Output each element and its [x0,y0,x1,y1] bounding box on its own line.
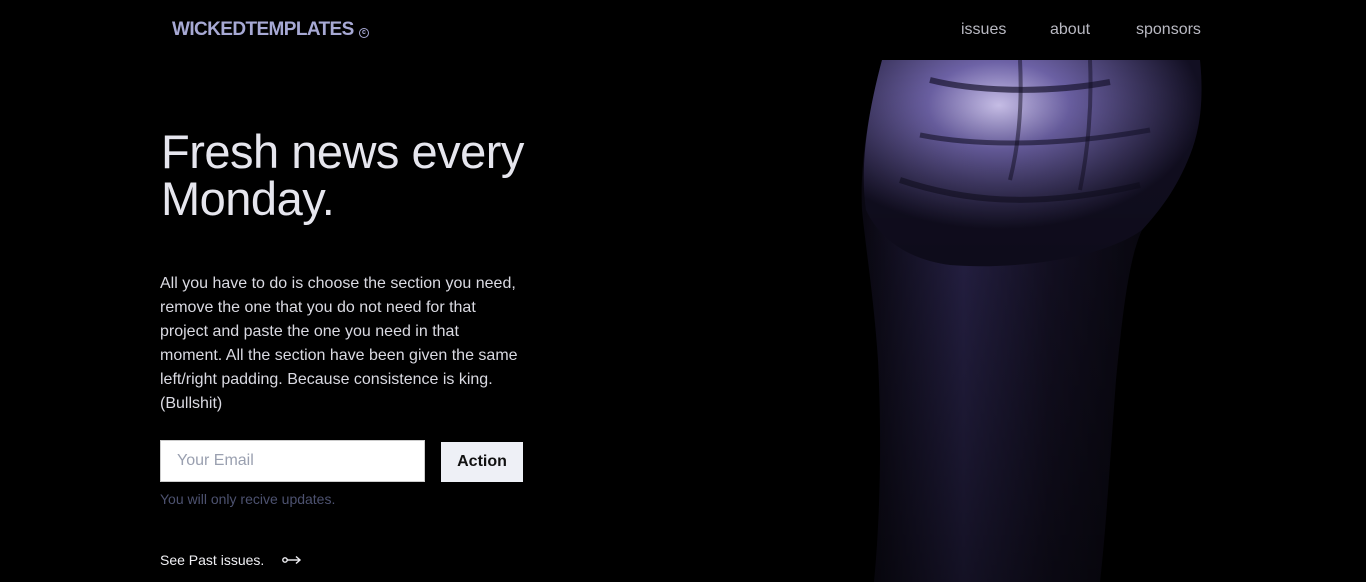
nav-link-issues[interactable]: issues [961,21,1006,39]
past-issues-link[interactable]: See Past issues. [160,552,302,568]
past-issues-label: See Past issues. [160,552,265,568]
raised-fist-image [860,60,1205,582]
email-input[interactable] [160,440,425,482]
nav-link-about[interactable]: about [1050,21,1090,39]
arrow-right-icon [282,555,302,565]
top-nav: issues about sponsors [0,21,1366,41]
hero-description: All you have to do is choose the section… [160,275,518,412]
action-button[interactable]: Action [441,442,523,482]
nav-link-sponsors[interactable]: sponsors [1136,21,1201,39]
helper-text: You will only recive updates. [160,491,336,507]
hero-title: Fresh news every Monday. [161,125,524,225]
